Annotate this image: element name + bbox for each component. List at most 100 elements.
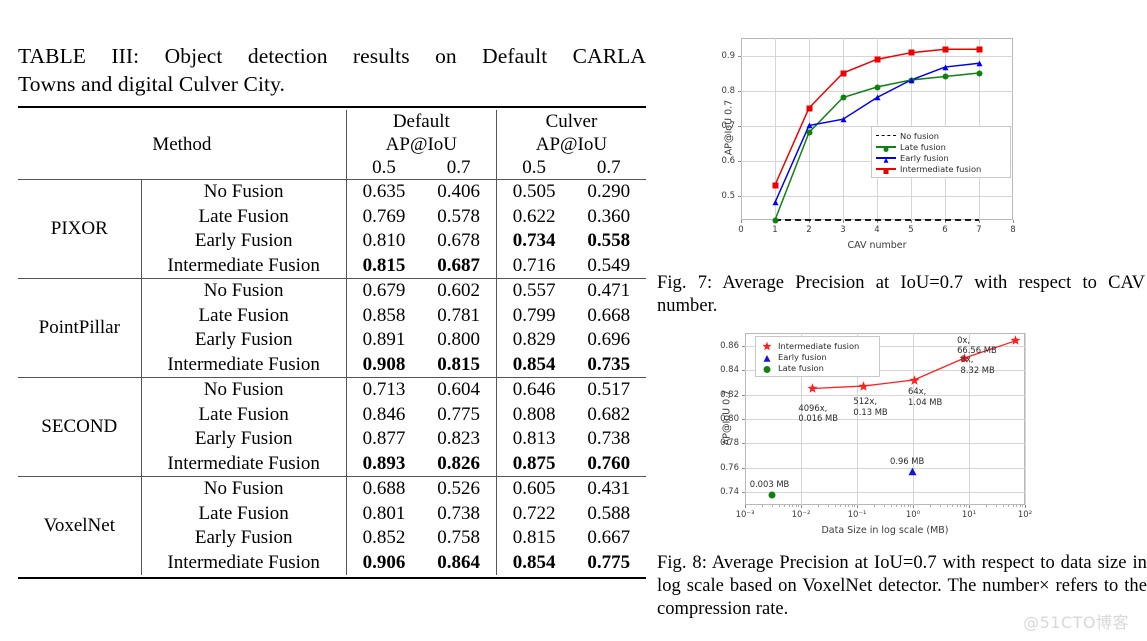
- fig7-data-point: [874, 56, 881, 63]
- fig7-xaxis-title: CAV number: [847, 240, 907, 251]
- fusion-method-label: Late Fusion: [198, 205, 289, 227]
- fig8-point-annotation: 0.96 MB: [890, 455, 925, 466]
- header-group-1: Culver AP@IoU: [495, 110, 646, 156]
- metric-cell: 0.799: [495, 303, 572, 328]
- metric-cell: 0.604: [421, 377, 497, 403]
- metric-cell: 0.734: [495, 229, 572, 254]
- fig7-data-point: [840, 94, 847, 101]
- metric-cell: 0.908: [345, 352, 422, 378]
- metric-cell: 0.549: [587, 254, 631, 276]
- metric-cell: 0.854: [495, 352, 572, 378]
- metric-cell: 0.846: [345, 402, 422, 427]
- fig7-legend-item-1: Late fusion: [876, 141, 1005, 152]
- fig8-point-annotation: 4096x, 0.016 MB: [798, 402, 839, 424]
- results-table: Method Default AP@IoU Culver AP@IoU 0.5 0.7 0.5…: [18, 106, 646, 579]
- fig8-chart: 0.74 0.76 0.78 0.80 0.82 0.84 0.86 10⁻³ 10⁻² 10⁻¹…: [695, 325, 1035, 543]
- table-row: VoxelNet No Fusion 0.688 0.526 0.605 0.431: [18, 476, 646, 575]
- table-header-row-1: Method Default AP@IoU Culver AP@IoU: [18, 110, 646, 180]
- metric-cell: 0.635: [345, 179, 422, 205]
- fig8-point-annotation: 512x, 0.13 MB: [853, 396, 888, 417]
- fig8-data-point: [908, 467, 917, 476]
- detector-name-voxelnet: VoxelNet: [18, 476, 142, 575]
- table-row: PIXOR No Fusion 0.635 0.406 0.505 0.290: [18, 179, 646, 279]
- metric-cell: 0.722: [495, 501, 572, 526]
- detector-name-second: SECOND: [18, 377, 142, 477]
- metric-cell: 0.290: [571, 179, 646, 205]
- fusion-method-label: Late Fusion: [198, 403, 289, 425]
- fusion-method-label: Early Fusion: [194, 527, 293, 548]
- metric-cell: 0.735: [587, 353, 631, 375]
- metric-cell: 0.605: [495, 476, 572, 502]
- metric-cell: 0.769: [345, 204, 422, 229]
- metric-cell: 0.877: [345, 427, 422, 452]
- metric-cell: 0.893: [345, 451, 422, 477]
- metric-cell: 0.738: [587, 428, 631, 449]
- metric-cell: 0.678: [437, 230, 480, 251]
- metric-cell: 0.602: [421, 278, 497, 304]
- fig8-data-point: [908, 374, 920, 386]
- metric-cell: 0.875: [495, 451, 572, 477]
- header-iou-0-0: 0.5: [345, 156, 422, 180]
- detector-name-pixor: PIXOR: [18, 179, 142, 279]
- fig7-data-point: [976, 46, 983, 53]
- metric-cell: 0.557: [495, 278, 572, 304]
- metric-cell: 0.775: [587, 551, 631, 573]
- fig7-data-point: [772, 182, 779, 189]
- fusion-method-label: Late Fusion: [198, 304, 289, 326]
- fusion-method-label: Intermediate Fusion: [167, 452, 320, 474]
- metric-cell: 0.738: [437, 502, 480, 524]
- metric-cell: 0.471: [571, 278, 646, 304]
- fusion-method-label: Intermediate Fusion: [167, 353, 320, 375]
- watermark: @51CTO博客: [1023, 613, 1129, 632]
- table-caption-line2: Towns and digital Culver City.: [18, 72, 286, 96]
- header-iou-0-1: 0.7: [421, 156, 497, 180]
- fig8-legend-swatch-circle-icon: [760, 363, 774, 373]
- metric-cell: 0.760: [587, 452, 631, 474]
- fig8-point-annotation: 8x, 8.32 MB: [960, 354, 995, 375]
- fusion-method-label: Intermediate Fusion: [167, 254, 320, 276]
- fig7-data-point: [874, 84, 881, 91]
- metric-cell: 0.679: [345, 278, 422, 304]
- header-method: Method: [18, 110, 347, 180]
- fig8-yaxis-title: AP@IoU 0.7: [721, 389, 733, 446]
- fig8-point-annotation: 0x, 66.56 MB: [957, 334, 997, 356]
- metric-cell: 0.667: [587, 527, 631, 548]
- metric-cell: 0.801: [345, 501, 422, 526]
- metric-cell: 0.622: [495, 204, 572, 229]
- metric-cell: 0.813: [495, 427, 572, 452]
- fusion-method-label: Early Fusion: [194, 428, 293, 449]
- fig7-legend-label: Late fusion: [900, 141, 946, 152]
- fig8-legend-label: Intermediate fusion: [778, 340, 860, 351]
- metric-cell: 0.360: [587, 205, 631, 227]
- table-block: TABLE III: Object detection results on D…: [18, 42, 646, 579]
- fig7-data-point: [874, 94, 881, 101]
- fig7-legend-label: No fusion: [900, 130, 940, 141]
- fig8-point-annotation: 64x, 1.04 MB: [908, 386, 943, 407]
- metric-cell: 0.646: [495, 377, 572, 403]
- metric-cell: 0.810: [345, 229, 422, 254]
- metric-cell: 0.668: [587, 304, 631, 326]
- metric-cell: 0.406: [421, 179, 497, 205]
- metric-cell: 0.815: [495, 526, 572, 551]
- fig7-data-point: [840, 70, 847, 77]
- detector-name-pointpillar: PointPillar: [18, 278, 142, 378]
- right-column: 0.5 0.6 0.7 0.8 0.9 0 1 2 3 4 5 6 7 8 No fusion Late fu…: [655, 0, 1147, 641]
- metric-cell: 0.815: [437, 353, 480, 375]
- metric-cell: 0.852: [345, 526, 422, 551]
- metric-cell: 0.696: [587, 329, 631, 350]
- fig7-data-point: [772, 199, 779, 206]
- metric-cell: 0.505: [495, 179, 572, 205]
- fusion-method-label: No Fusion: [141, 278, 347, 304]
- fusion-method-label: Early Fusion: [194, 329, 293, 350]
- fig7-data-point: [942, 64, 949, 71]
- fig8-legend: Intermediate fusion Early fusion Late fusi…: [755, 336, 880, 377]
- metric-cell: 0.800: [437, 329, 480, 350]
- fig8-xaxis-title: Data Size in log scale (MB): [821, 525, 949, 536]
- fig7-data-point: [942, 46, 949, 53]
- metric-cell: 0.823: [437, 428, 480, 449]
- metric-cell: 0.526: [421, 476, 497, 502]
- fig8-legend-item-1: Early fusion: [760, 351, 874, 362]
- metric-cell: 0.578: [437, 205, 480, 227]
- fig7-caption: Fig. 7: Average Precision at IoU=0.7 wit…: [657, 273, 1145, 316]
- header-iou-1-0: 0.5: [495, 156, 572, 180]
